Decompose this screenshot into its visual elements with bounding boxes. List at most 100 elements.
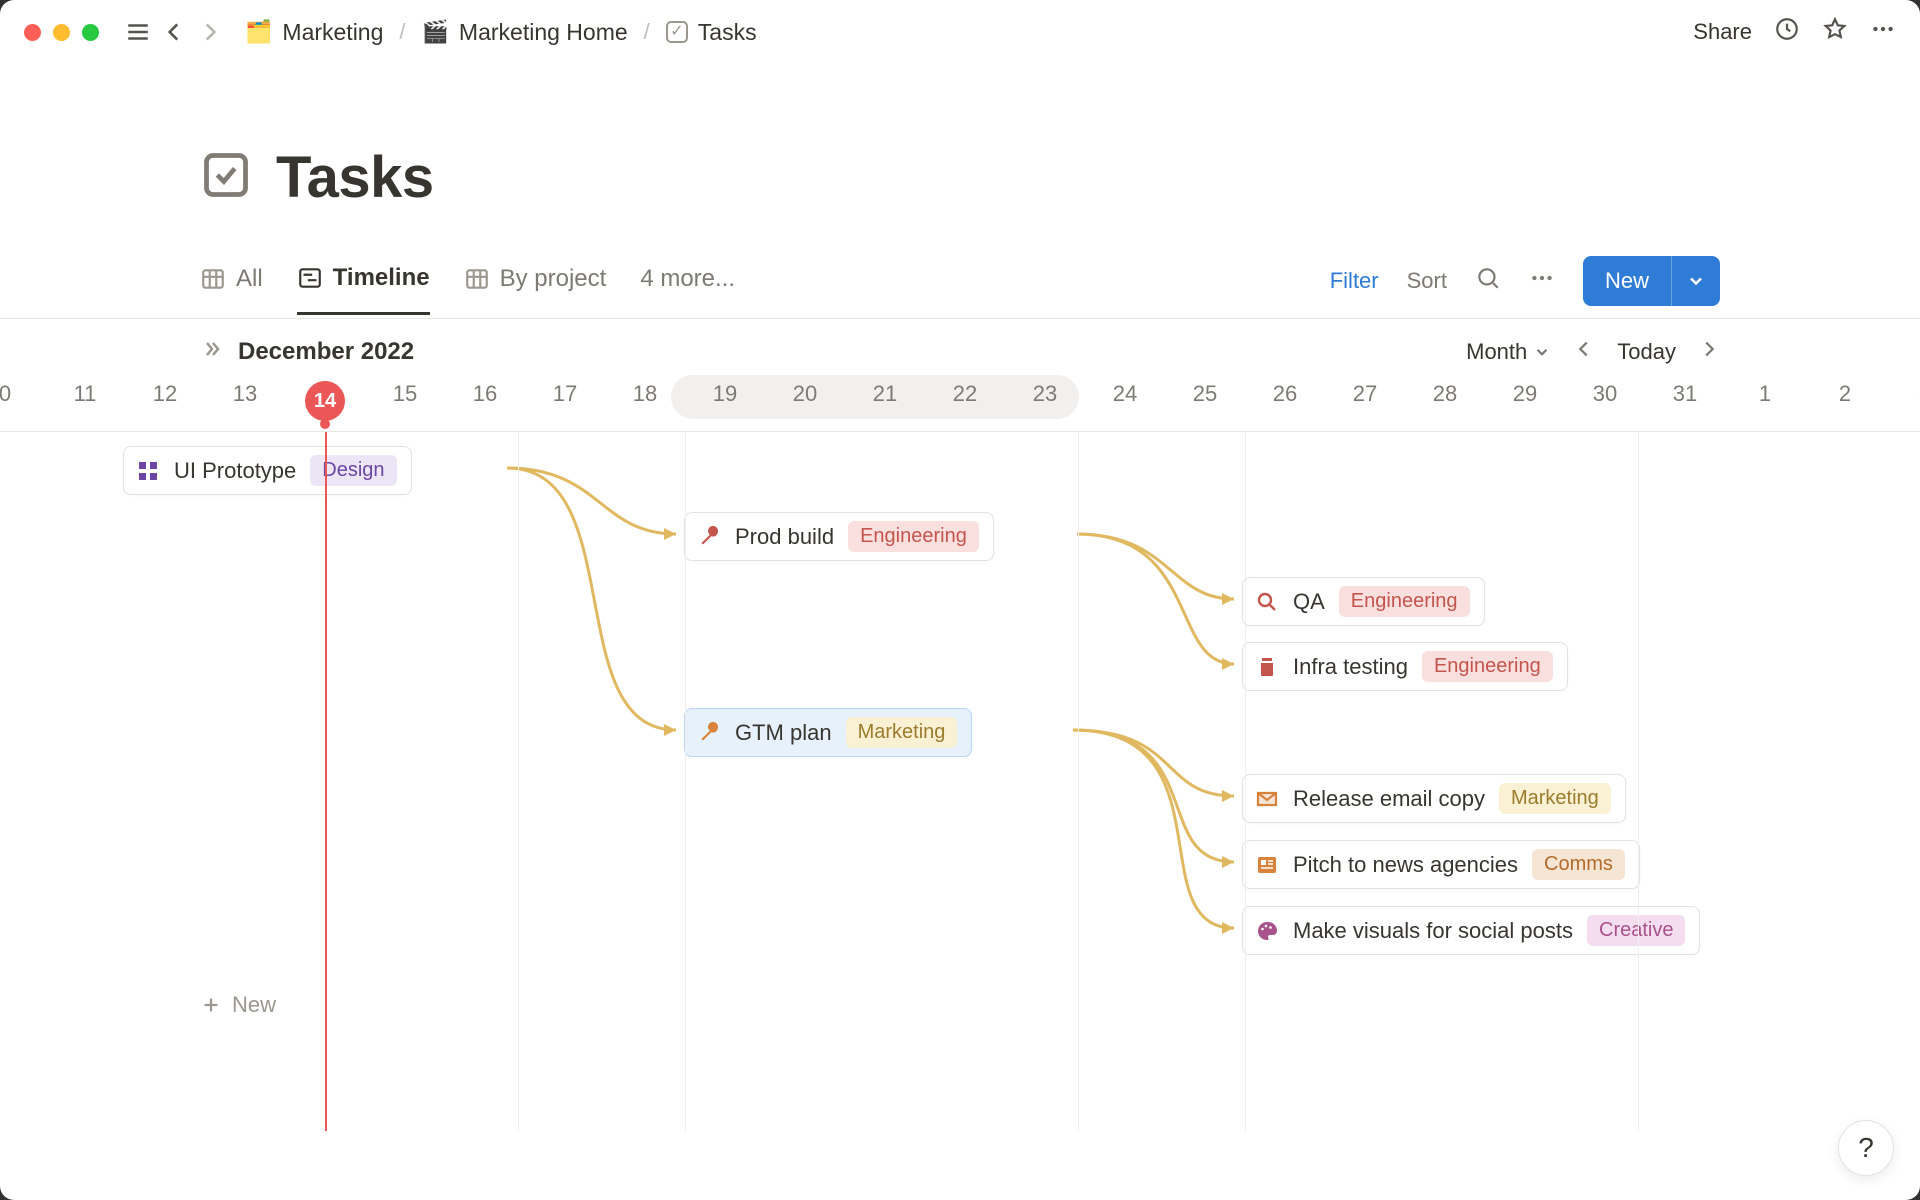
checkbox-icon (666, 21, 688, 43)
task-tag: Comms (1532, 849, 1625, 880)
timeline-date[interactable]: 20 (765, 381, 845, 407)
nav-forward-icon[interactable] (195, 17, 225, 47)
star-icon[interactable] (1822, 16, 1848, 48)
hamburger-icon[interactable] (123, 17, 153, 47)
traffic-close[interactable] (24, 24, 41, 41)
timeline-body[interactable]: UI Prototype Design Prod build Engineeri… (0, 431, 1920, 1131)
timeline-date[interactable]: 17 (525, 381, 605, 407)
timeline-gridline (685, 432, 686, 1131)
task-title: Infra testing (1293, 654, 1408, 680)
sort-button[interactable]: Sort (1407, 268, 1447, 294)
timeline-date[interactable]: 12 (125, 381, 205, 407)
nav-back-icon[interactable] (159, 17, 189, 47)
breadcrumbs: 🗂️ Marketing / 🎬 Marketing Home / Tasks (239, 15, 763, 50)
task-tag: Marketing (1499, 783, 1611, 814)
timeline-gridline (518, 432, 519, 1131)
view-tab-label: Timeline (333, 264, 430, 292)
clock-icon[interactable] (1774, 16, 1800, 48)
task-tag: Creative (1587, 915, 1685, 946)
breadcrumb-separator: / (399, 19, 405, 45)
timeline-date[interactable]: 31 (1645, 381, 1725, 407)
timeline-date[interactable]: 22 (925, 381, 1005, 407)
timeline-date[interactable]: 23 (1005, 381, 1085, 407)
timeline-date[interactable]: 14 (305, 381, 345, 421)
task-ui-prototype[interactable]: UI Prototype Design (123, 446, 412, 495)
task-infra[interactable]: Infra testing Engineering (1242, 642, 1568, 691)
timeline-date[interactable]: 26 (1245, 381, 1325, 407)
wrench-icon (697, 721, 721, 745)
page-title: Tasks (276, 144, 434, 211)
new-button[interactable]: New (1583, 256, 1720, 306)
timeline-date[interactable]: 16 (445, 381, 525, 407)
timeline-prev-icon[interactable] (1573, 338, 1595, 366)
task-visuals[interactable]: Make visuals for social posts Creative (1242, 906, 1700, 955)
expand-sidebar-icon[interactable] (200, 337, 224, 367)
task-tag: Engineering (848, 521, 979, 552)
task-tag: Marketing (846, 717, 958, 748)
palette-icon (1255, 919, 1279, 943)
search-icon[interactable] (1475, 265, 1501, 296)
new-button-dropdown[interactable] (1671, 256, 1720, 306)
timeline-date[interactable]: 3 (1885, 381, 1920, 407)
task-gtm-plan[interactable]: GTM plan Marketing (684, 708, 972, 757)
traffic-zoom[interactable] (82, 24, 99, 41)
timeline-date[interactable]: 2 (1805, 381, 1885, 407)
timeline-add-new[interactable]: New (200, 992, 276, 1018)
breadcrumb-separator: / (644, 19, 650, 45)
timeline-month-label: December 2022 (238, 338, 414, 366)
timeline-date[interactable]: 15 (365, 381, 445, 407)
timeline-gridline (1078, 432, 1079, 1131)
timeline-scale-select[interactable]: Month (1466, 339, 1551, 365)
task-qa[interactable]: QA Engineering (1242, 577, 1485, 626)
help-button[interactable]: ? (1838, 1120, 1894, 1176)
timeline-date[interactable]: 28 (1405, 381, 1485, 407)
timeline-date[interactable]: 11 (45, 381, 125, 407)
task-prod-build[interactable]: Prod build Engineering (684, 512, 994, 561)
traffic-minimize[interactable] (53, 24, 70, 41)
timeline-date[interactable]: 21 (845, 381, 925, 407)
view-tab-by-project[interactable]: By project (464, 265, 607, 313)
task-release-email[interactable]: Release email copy Marketing (1242, 774, 1626, 823)
breadcrumb-tasks[interactable]: Tasks (660, 15, 763, 50)
timeline-date[interactable]: 25 (1165, 381, 1245, 407)
timeline-date[interactable]: 1 (1725, 381, 1805, 407)
timeline-today-button[interactable]: Today (1617, 339, 1676, 365)
jar-icon (1255, 655, 1279, 679)
share-button[interactable]: Share (1693, 19, 1752, 45)
view-tab-all[interactable]: All (200, 265, 263, 313)
task-title: Pitch to news agencies (1293, 852, 1518, 878)
breadcrumb-marketing[interactable]: 🗂️ Marketing (239, 15, 389, 50)
breadcrumb-label: Tasks (698, 19, 757, 46)
timeline-next-icon[interactable] (1698, 338, 1720, 366)
timeline-date[interactable]: 18 (605, 381, 685, 407)
window-traffic-lights[interactable] (24, 24, 99, 41)
timeline-date[interactable]: 13 (205, 381, 285, 407)
more-options-icon[interactable] (1529, 265, 1555, 296)
view-tab-label: All (236, 265, 263, 293)
view-tab-label: By project (500, 265, 607, 293)
grid-icon (136, 459, 160, 483)
task-tag: Engineering (1422, 651, 1553, 682)
timeline-gridline (1638, 432, 1639, 1131)
timeline-date[interactable]: 27 (1325, 381, 1405, 407)
timeline-scale-label: Month (1466, 339, 1527, 365)
breadcrumb-marketing-home[interactable]: 🎬 Marketing Home (416, 15, 634, 50)
timeline-date[interactable]: 0 (0, 381, 45, 407)
timeline-date[interactable]: 19 (685, 381, 765, 407)
magnify-icon (1255, 590, 1279, 614)
page-checkbox-icon (200, 149, 252, 206)
timeline-date[interactable]: 30 (1565, 381, 1645, 407)
timeline-date[interactable]: 24 (1085, 381, 1165, 407)
more-icon[interactable] (1870, 16, 1896, 48)
task-title: Make visuals for social posts (1293, 918, 1573, 944)
task-title: GTM plan (735, 720, 832, 746)
view-tab-timeline[interactable]: Timeline (297, 264, 430, 315)
timeline-gridline (1245, 432, 1246, 1131)
breadcrumb-label: Marketing Home (459, 19, 628, 46)
timeline-date[interactable]: 29 (1485, 381, 1565, 407)
view-tab-more[interactable]: 4 more... (640, 265, 735, 313)
task-pitch[interactable]: Pitch to news agencies Comms (1242, 840, 1640, 889)
wrench-icon (697, 525, 721, 549)
filter-button[interactable]: Filter (1330, 268, 1379, 294)
task-title: Prod build (735, 524, 834, 550)
